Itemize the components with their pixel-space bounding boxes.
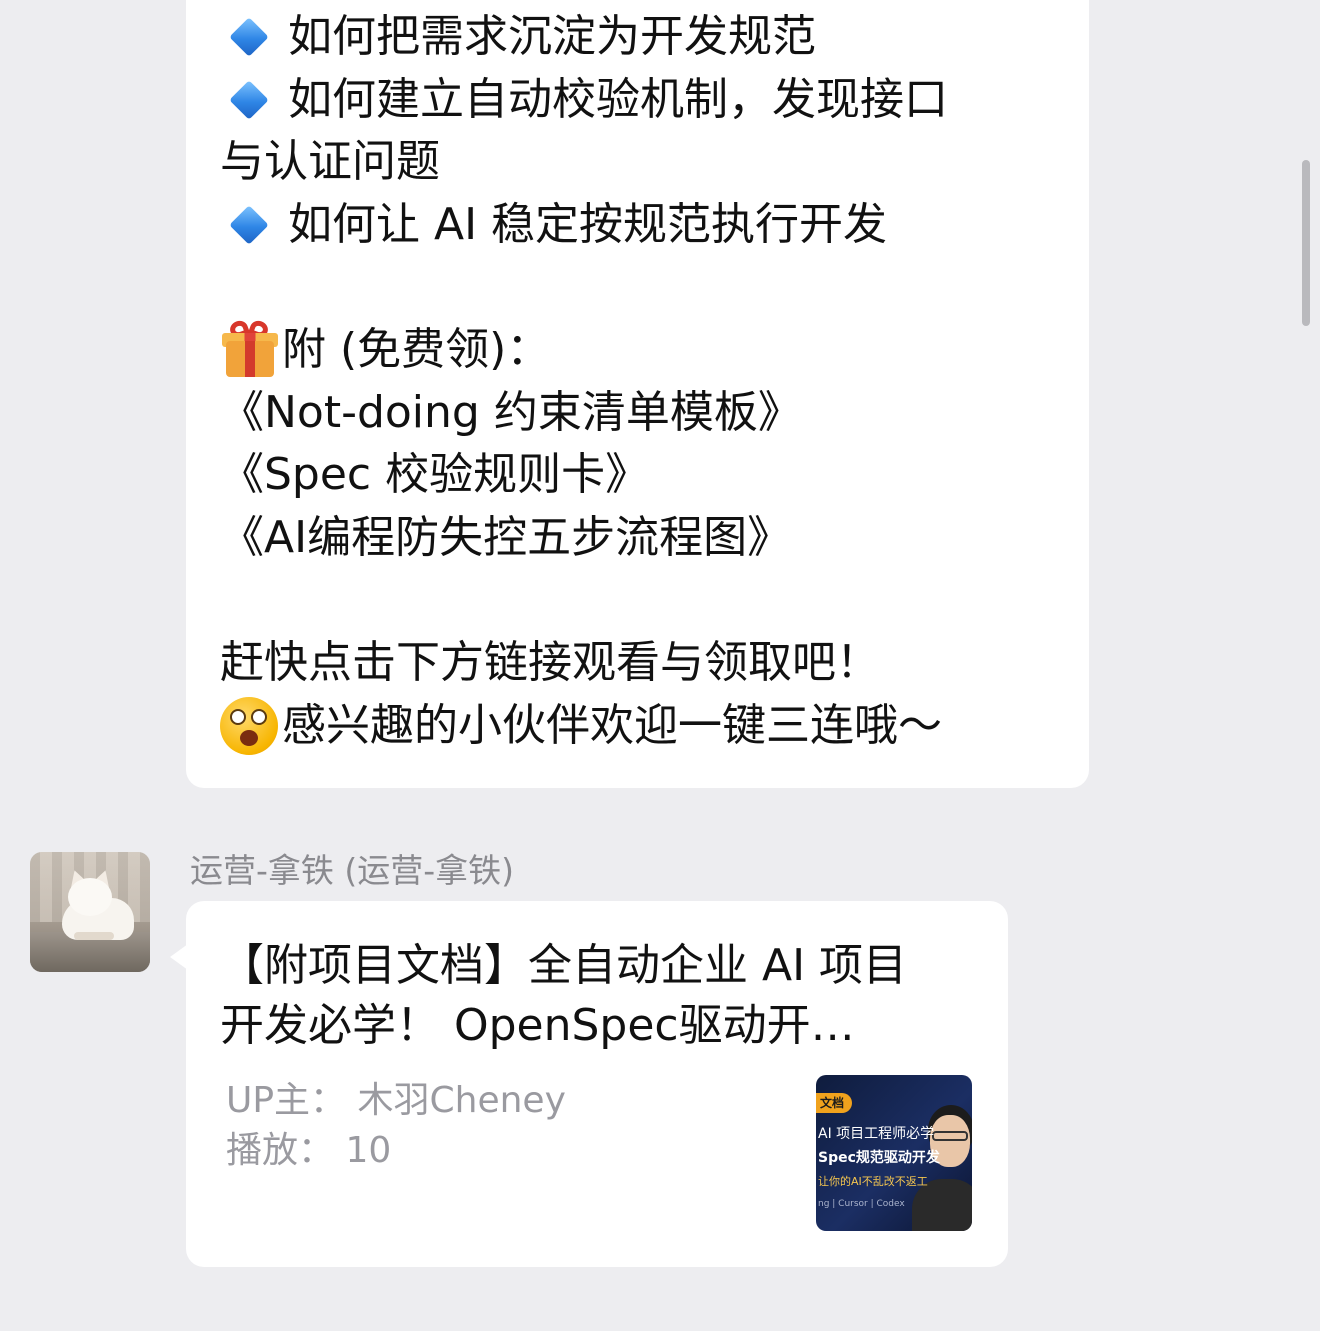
bullet-text: 如何让 AI 稳定按规范执行开发 [288,198,888,250]
card-title-line: 开发必学！ OpenSpec驱动开… [220,1000,855,1051]
gift-text: 附 (免费领)： [282,324,551,375]
bullet-line: 如何把需求沉淀为开发规范 [220,6,1080,69]
card-title[interactable]: 【附项目文档】全自动企业 AI 项目 开发必学！ OpenSpec驱动开… [220,936,980,1056]
video-thumbnail[interactable]: 文档 AI 项目工程师必学 Spec规范驱动开发 让你的AI不乱改不返工 ng … [816,1075,972,1231]
line-text: 与认证问题 [220,136,440,187]
blue-diamond-icon [229,17,269,57]
bullet-line: 如何让 AI 稳定按规范执行开发 [220,194,1080,257]
bullet-line: 如何建立自动校验机制，发现接口 [220,69,1080,132]
text-line: 《Spec 校验规则卡》 [220,444,1080,507]
line-text: 赶快点击下方链接观看与领取吧！ [220,637,880,688]
message-text: 如何把需求沉淀为开发规范 如何建立自动校验机制，发现接口 与认证问题 如何让 A… [220,6,1080,757]
line-text: 《Not-doing 约束清单模板》 [220,386,802,438]
card-title-line: 【附项目文档】全自动企业 AI 项目 [220,940,908,991]
play-count-text: 播放： 10 [226,1130,392,1171]
bullet-text: 如何建立自动校验机制，发现接口 [288,73,948,125]
gift-icon [220,318,278,379]
text-line: 与认证问题 [220,131,1080,194]
line-text: 感兴趣的小伙伴欢迎一键三连哦～ [282,699,942,751]
text-line: 《AI编程防失控五步流程图》 [220,507,1080,570]
blue-diamond-icon [229,205,269,245]
line-text: 《AI编程防失控五步流程图》 [220,511,792,563]
text-line: 《Not-doing 约束清单模板》 [220,382,1080,445]
gift-line: 附 (免费领)： [220,318,1080,382]
thumbnail-text: Spec规范驱动开发 [818,1150,940,1166]
line-text: 《Spec 校验规则卡》 [220,449,650,500]
card-meta: UP主： 木羽Cheney 播放： 10 [226,1076,566,1176]
text-line: 感兴趣的小伙伴欢迎一键三连哦～ [220,695,1080,758]
uploader-text: UP主： 木羽Cheney [226,1080,566,1121]
thumbnail-text: 让你的AI不乱改不返工 [818,1175,928,1188]
presenter-glasses [932,1131,968,1141]
text-line: 赶快点击下方链接观看与领取吧！ [220,632,1080,695]
thumbnail-tag: 文档 [816,1093,853,1113]
scrollbar[interactable] [1302,160,1310,326]
bullet-text: 如何把需求沉淀为开发规范 [288,11,816,62]
blue-diamond-icon [229,80,269,120]
sender-avatar[interactable] [30,852,150,972]
starstruck-face-icon [220,696,278,755]
thumbnail-text: AI 项目工程师必学 [818,1126,935,1142]
sender-name: 运营-拿铁 (运营-拿铁) [190,851,515,890]
thumbnail-text: ng | Cursor | Codex [818,1199,905,1209]
